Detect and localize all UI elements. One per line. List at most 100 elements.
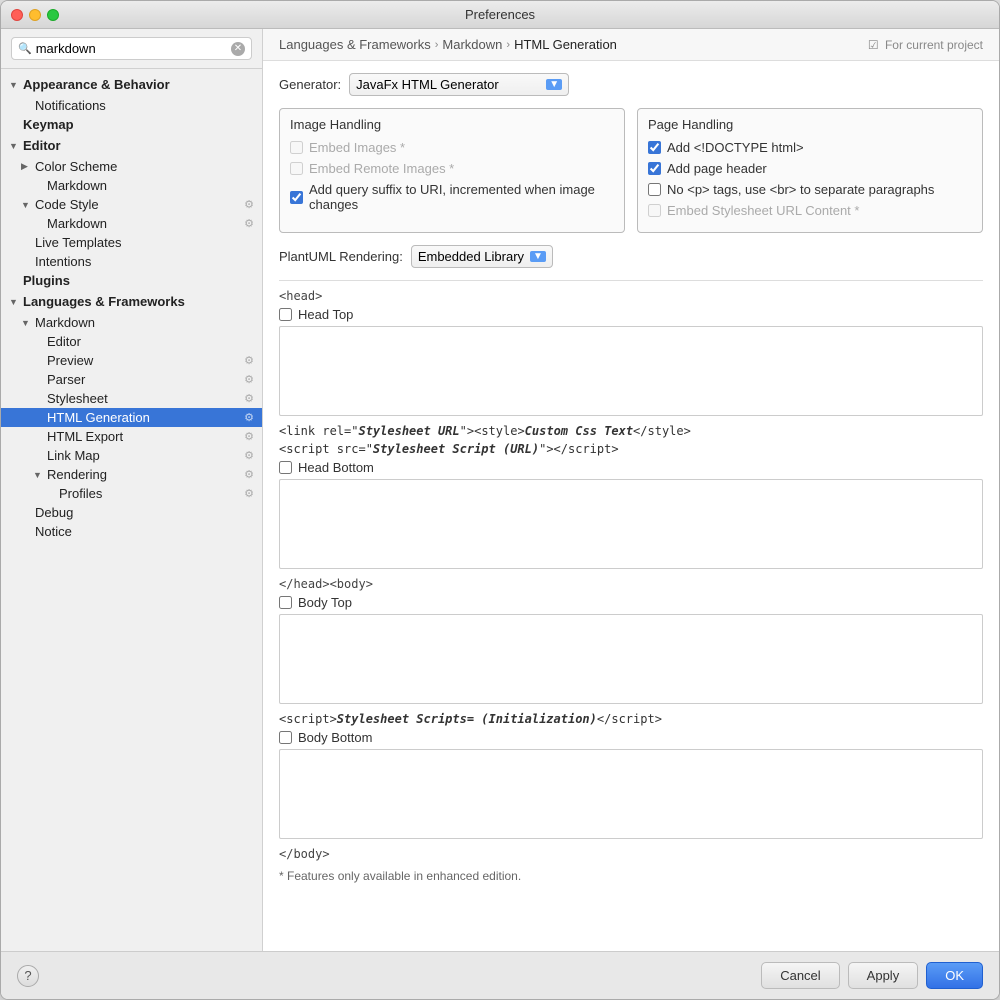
help-button[interactable]: ?	[17, 965, 39, 987]
arrow-spacer	[9, 276, 21, 286]
body-top-checkbox[interactable]	[279, 596, 292, 609]
sidebar-item-markdown-stylesheet[interactable]: Stylesheet ⚙	[1, 389, 262, 408]
footer-left: ?	[17, 965, 39, 987]
sidebar-item-editor[interactable]: ▼ Editor	[1, 134, 262, 157]
no-p-tags-checkbox[interactable]	[648, 183, 661, 196]
features-note: * Features only available in enhanced ed…	[279, 869, 983, 883]
project-link[interactable]: ☑ For current project	[868, 38, 983, 52]
arrow-spacer	[33, 356, 45, 366]
sidebar-item-color-scheme[interactable]: ▶ Color Scheme	[1, 157, 262, 176]
sidebar-item-label: Code Style	[35, 197, 244, 212]
embed-stylesheet-row: Embed Stylesheet URL Content *	[648, 203, 972, 218]
search-input[interactable]	[36, 41, 227, 56]
sidebar-item-label: Editor	[23, 138, 254, 153]
body-bottom-textarea[interactable]	[279, 749, 983, 839]
maximize-button[interactable]	[47, 9, 59, 21]
embed-stylesheet-checkbox[interactable]	[648, 204, 661, 217]
sidebar-item-color-scheme-markdown[interactable]: Markdown	[1, 176, 262, 195]
add-query-suffix-row: Add query suffix to URI, incremented whe…	[290, 182, 614, 212]
sidebar-item-keymap[interactable]: Keymap	[1, 115, 262, 134]
body-bottom-checkbox[interactable]	[279, 731, 292, 744]
body-bottom-row: Body Bottom	[279, 730, 983, 745]
close-button[interactable]	[11, 9, 23, 21]
sidebar-item-label: Notifications	[35, 98, 254, 113]
arrow-spacer	[21, 527, 33, 537]
config-icon: ⚙	[244, 392, 254, 405]
plantuml-label: PlantUML Rendering:	[279, 249, 403, 264]
head-bottom-label: Head Bottom	[298, 460, 374, 475]
add-query-suffix-checkbox[interactable]	[290, 191, 303, 204]
head-bottom-checkbox[interactable]	[279, 461, 292, 474]
sidebar-item-label: Parser	[47, 372, 244, 387]
head-bottom-row: Head Bottom	[279, 460, 983, 475]
search-clear-button[interactable]: ✕	[231, 42, 245, 56]
sidebar-item-plugins[interactable]: Plugins	[1, 271, 262, 290]
sidebar-item-code-style[interactable]: ▼ Code Style ⚙	[1, 195, 262, 214]
sidebar-item-markdown[interactable]: ▼ Markdown	[1, 313, 262, 332]
sidebar-item-label: Intentions	[35, 254, 254, 269]
page-handling-panel: Page Handling Add <!DOCTYPE html> Add pa…	[637, 108, 983, 233]
minimize-button[interactable]	[29, 9, 41, 21]
arrow-icon: ▼	[21, 318, 33, 328]
content-area: Languages & Frameworks › Markdown › HTML…	[263, 29, 999, 951]
head-bottom-textarea[interactable]	[279, 479, 983, 569]
sidebar-item-debug[interactable]: Debug	[1, 503, 262, 522]
generator-select[interactable]: JavaFx HTML Generator ▼	[349, 73, 569, 96]
arrow-icon: ▼	[9, 141, 21, 151]
sidebar-item-profiles[interactable]: Profiles ⚙	[1, 484, 262, 503]
arrow-icon: ▼	[9, 297, 21, 307]
sidebar: 🔍 ✕ ▼ Appearance & Behavior Notification…	[1, 29, 263, 951]
body-top-textarea[interactable]	[279, 614, 983, 704]
config-icon: ⚙	[244, 468, 254, 481]
head-close-body-tag: </head><body>	[279, 577, 983, 591]
sidebar-item-markdown-preview[interactable]: Preview ⚙	[1, 351, 262, 370]
content-scroll: Generator: JavaFx HTML Generator ▼ Image…	[263, 61, 999, 951]
sidebar-item-label: Editor	[47, 334, 254, 349]
sidebar-item-link-map[interactable]: Link Map ⚙	[1, 446, 262, 465]
sidebar-item-notice[interactable]: Notice	[1, 522, 262, 541]
sidebar-item-languages[interactable]: ▼ Languages & Frameworks	[1, 290, 262, 313]
config-icon: ⚙	[244, 354, 254, 367]
arrow-spacer	[45, 489, 57, 499]
sidebar-item-label: Notice	[35, 524, 254, 539]
plantuml-select[interactable]: Embedded Library ▼	[411, 245, 553, 268]
add-page-header-checkbox[interactable]	[648, 162, 661, 175]
body-bottom-label: Body Bottom	[298, 730, 372, 745]
apply-button[interactable]: Apply	[848, 962, 919, 989]
head-top-checkbox[interactable]	[279, 308, 292, 321]
sidebar-item-notifications[interactable]: Notifications	[1, 96, 262, 115]
sidebar-item-html-export[interactable]: HTML Export ⚙	[1, 427, 262, 446]
image-handling-panel: Image Handling Embed Images * Embed Remo…	[279, 108, 625, 233]
embed-images-checkbox[interactable]	[290, 141, 303, 154]
search-wrapper[interactable]: 🔍 ✕	[11, 37, 252, 60]
generator-row: Generator: JavaFx HTML Generator ▼	[279, 73, 983, 96]
sidebar-item-html-generation[interactable]: HTML Generation ⚙	[1, 408, 262, 427]
sidebar-item-intentions[interactable]: Intentions	[1, 252, 262, 271]
sidebar-item-label: Debug	[35, 505, 254, 520]
traffic-lights	[11, 9, 59, 21]
no-p-tags-row: No <p> tags, use <br> to separate paragr…	[648, 182, 972, 197]
sidebar-item-markdown-parser[interactable]: Parser ⚙	[1, 370, 262, 389]
plantuml-dropdown-arrow-icon: ▼	[530, 251, 546, 262]
sidebar-item-live-templates[interactable]: Live Templates	[1, 233, 262, 252]
code-line-1: <link rel="Stylesheet URL"><style>Custom…	[279, 424, 983, 438]
config-icon: ⚙	[244, 373, 254, 386]
sidebar-item-appearance[interactable]: ▼ Appearance & Behavior	[1, 73, 262, 96]
cancel-button[interactable]: Cancel	[761, 962, 839, 989]
code-line-2: <script src="Stylesheet Script (URL)"></…	[279, 442, 983, 456]
arrow-spacer	[21, 508, 33, 518]
body-close-tag: </body>	[279, 847, 983, 861]
embed-remote-images-checkbox[interactable]	[290, 162, 303, 175]
ok-button[interactable]: OK	[926, 962, 983, 989]
breadcrumb-part-2: Markdown	[442, 37, 502, 52]
body-top-label: Body Top	[298, 595, 352, 610]
add-doctype-checkbox[interactable]	[648, 141, 661, 154]
head-top-textarea[interactable]	[279, 326, 983, 416]
sidebar-item-rendering[interactable]: ▼ Rendering ⚙	[1, 465, 262, 484]
config-icon: ⚙	[244, 449, 254, 462]
sidebar-item-markdown-editor[interactable]: Editor	[1, 332, 262, 351]
help-icon: ?	[24, 968, 31, 983]
sidebar-item-label: Languages & Frameworks	[23, 294, 254, 309]
sidebar-item-code-style-markdown[interactable]: Markdown ⚙	[1, 214, 262, 233]
checkbox-icon: ☑	[868, 38, 879, 52]
